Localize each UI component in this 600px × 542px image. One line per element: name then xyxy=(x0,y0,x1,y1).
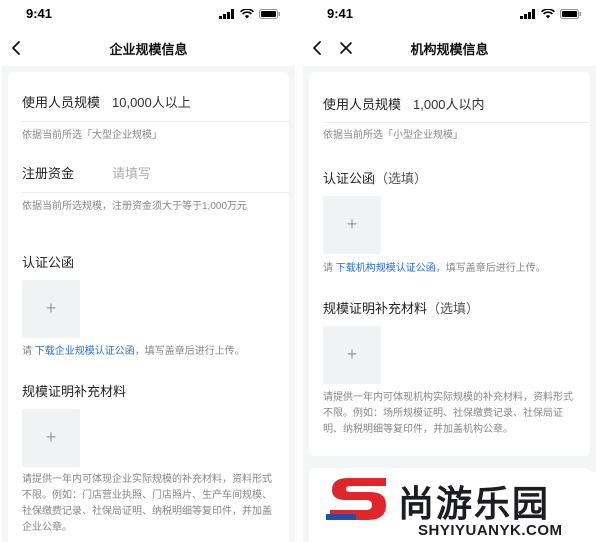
wifi-icon xyxy=(541,9,555,19)
staff-size-value: 10,000人以上 xyxy=(112,95,191,110)
status-icons xyxy=(219,9,281,19)
hint-suffix: ，填写盖章后进行上传。 xyxy=(134,346,245,357)
supplementary-title: 规模证明补充材料 xyxy=(22,384,127,399)
staff-size-row[interactable]: 使用人员规模 10,000人以上 xyxy=(22,92,275,112)
nav-bar: 企业规模信息 xyxy=(2,30,295,66)
wifi-icon xyxy=(240,9,254,19)
optional-tag: （选填） xyxy=(375,171,428,186)
staff-size-hint: 依据当前所选「小型企业规模」 xyxy=(323,130,463,141)
plus-icon: + xyxy=(346,344,358,364)
status-time: 9:41 xyxy=(26,6,53,21)
signal-icon xyxy=(520,9,535,19)
left-phone-screen: 9:41 企业规模信息 使用人员规模 10,000人以上 依据当前所选「大型企业… xyxy=(2,0,295,542)
page-title: 机构规模信息 xyxy=(410,42,489,57)
capital-row[interactable]: 注册资金 请填写 xyxy=(22,163,275,183)
staff-size-value: 1,000人以内 xyxy=(413,97,485,112)
cert-upload-box[interactable]: + xyxy=(323,196,381,254)
staff-size-label: 使用人员规模 xyxy=(323,97,402,112)
plus-icon: + xyxy=(45,427,57,447)
staff-size-hint: 依据当前所选「大型企业规模」 xyxy=(22,130,162,141)
supplementary-upload-box[interactable]: + xyxy=(22,409,80,467)
plus-icon: + xyxy=(45,298,57,318)
watermark-brand-cn: 尚游乐园 xyxy=(398,484,551,525)
watermark-logo: 尚游乐园 SHYIYUANYK.COM xyxy=(320,472,600,542)
right-phone-screen: 9:41 机构规模信息 使用人员规模 1,000人以内 依据当前所选「小型企业规… xyxy=(303,0,596,542)
cert-title-text: 认证公函 xyxy=(323,171,376,186)
nav-bar: 机构规模信息 xyxy=(303,30,596,66)
capital-label: 注册资金 xyxy=(22,166,75,181)
status-icons xyxy=(520,9,582,19)
staff-size-label: 使用人员规模 xyxy=(22,95,101,110)
hint-prefix: 请 xyxy=(323,263,336,274)
cert-letter-hint: 请 下载机构规模认证公函，填写盖章后进行上传。 xyxy=(323,261,576,277)
signal-icon xyxy=(219,9,234,19)
status-bar: 9:41 xyxy=(2,0,295,30)
download-cert-link[interactable]: 下载机构规模认证公函 xyxy=(336,263,436,274)
cert-letter-hint: 请 下载企业规模认证公函，填写盖章后进行上传。 xyxy=(22,344,275,360)
cert-upload-box[interactable]: + xyxy=(22,280,80,338)
brand-logo-icon xyxy=(326,478,386,520)
supplementary-upload-box[interactable]: + xyxy=(323,326,381,384)
supp-title-text: 规模证明补充材料 xyxy=(323,301,428,316)
supplementary-hint: 请提供一年内可体现机构实际规模的补充材料，资料形式不限。例如：场所规模证明、社保… xyxy=(323,392,573,435)
battery-icon xyxy=(560,9,581,19)
form-card: 使用人员规模 10,000人以上 依据当前所选「大型企业规模」 注册资金 请填写… xyxy=(8,72,289,542)
optional-tag: （选填） xyxy=(427,301,480,316)
supplementary-title: 规模证明补充材料（选填） xyxy=(323,298,479,317)
status-time: 9:41 xyxy=(327,6,354,21)
watermark-brand-en: SHYIYUANYK.COM xyxy=(418,522,563,539)
hint-suffix: ，填写盖章后进行上传。 xyxy=(435,263,546,274)
status-bar: 9:41 xyxy=(303,0,596,30)
divider xyxy=(22,192,289,193)
divider xyxy=(323,122,590,123)
divider xyxy=(22,121,289,122)
hint-prefix: 请 xyxy=(22,346,35,357)
page-title: 企业规模信息 xyxy=(109,42,188,57)
cert-letter-title: 认证公函（选填） xyxy=(323,168,427,187)
battery-icon xyxy=(259,9,280,19)
form-card: 使用人员规模 1,000人以内 依据当前所选「小型企业规模」 认证公函（选填） … xyxy=(309,72,590,456)
capital-hint: 依据当前所选规模，注册资金须大于等于1,000万元 xyxy=(22,201,248,212)
supplementary-hint: 请提供一年内可体现企业实际规模的补充材料，资料形式不限。例如：门店营业执照、门店… xyxy=(22,474,272,533)
capital-input[interactable]: 请填写 xyxy=(112,163,151,182)
download-cert-link[interactable]: 下载企业规模认证公函 xyxy=(35,346,135,357)
plus-icon: + xyxy=(346,214,358,234)
cert-letter-title: 认证公函 xyxy=(22,255,75,270)
staff-size-row[interactable]: 使用人员规模 1,000人以内 xyxy=(323,94,576,114)
